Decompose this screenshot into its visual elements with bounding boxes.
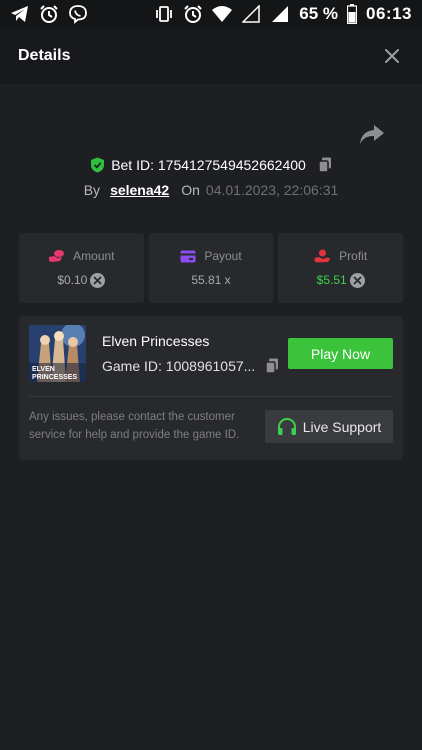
by-label: By [83, 182, 101, 198]
battery-icon [347, 4, 358, 24]
stat-profit-value: $5.51 [316, 273, 347, 287]
bet-id: Bet ID: 1754127549452662400 [111, 157, 306, 173]
share-icon[interactable] [359, 124, 385, 146]
bet-stats: Amount $0.10 Payout 55.81 x Profit $5.51 [19, 233, 404, 303]
stat-amount-header: Amount [48, 248, 115, 263]
stat-amount-label: Amount [73, 248, 115, 263]
copy-game-id-button[interactable] [265, 358, 279, 374]
bet-datetime: 04.01.2023, 22:06:31 [205, 182, 339, 198]
currency-x-icon [349, 272, 365, 288]
game-thumbnail[interactable]: ELVEN PRINCESSES [29, 325, 86, 382]
verified-shield-icon [90, 157, 105, 173]
thumbnail-title-top: ELVEN [32, 366, 55, 373]
on-label: On [181, 182, 200, 198]
card-icon [180, 250, 196, 262]
stat-amount-value: $0.10 [57, 273, 88, 287]
status-bar: 65 % 06:13 [0, 0, 422, 28]
stat-profit-header: Profit [314, 249, 367, 263]
wifi-icon [212, 4, 233, 24]
status-bar-right: 65 % 06:13 [154, 4, 412, 24]
share-button[interactable] [359, 124, 385, 146]
alarm-icon [39, 4, 59, 24]
copy-icon[interactable] [318, 157, 332, 173]
stat-profit: Profit $5.51 [278, 233, 404, 303]
stat-profit-label: Profit [339, 248, 368, 263]
live-support-label: Live Support [302, 418, 382, 435]
thumbnail-title-bottom: PRINCESSES [32, 374, 77, 381]
stat-profit-value-row: $5.51 [316, 272, 365, 288]
alarm-icon [183, 4, 203, 24]
status-bar-left [10, 4, 88, 24]
stat-payout-label: Payout [204, 249, 242, 263]
stat-amount-value-row: $0.10 [57, 272, 106, 288]
stat-amount: Amount $0.10 [19, 233, 144, 303]
stat-payout-header: Payout [180, 249, 242, 263]
copy-icon[interactable] [265, 358, 279, 374]
battery-percent: 65 % [299, 4, 339, 23]
username-link[interactable]: selena42 [110, 182, 169, 198]
close-icon[interactable] [385, 49, 399, 63]
game-card: ELVEN PRINCESSES Elven Princesses Game I… [19, 316, 403, 460]
game-id-row: Game ID: 1008961057... [102, 358, 279, 374]
bet-id-row: Bet ID: 1754127549452662400 [0, 154, 422, 176]
close-button[interactable] [380, 44, 404, 68]
live-support-button[interactable]: Live Support [265, 410, 393, 443]
stat-payout: Payout 55.81 x [148, 233, 274, 303]
game-id: Game ID: 1008961057... [102, 358, 256, 374]
copy-bet-id-button[interactable] [318, 157, 332, 173]
signal-empty-icon [241, 4, 261, 24]
signal-icon [270, 4, 290, 24]
currency-x-icon [90, 272, 106, 288]
stat-payout-value-row: 55.81 x [191, 273, 230, 287]
play-now-button[interactable]: Play Now [288, 338, 393, 369]
status-time: 06:13 [366, 4, 412, 23]
coins-icon [49, 249, 65, 262]
vibrate-icon [154, 4, 174, 24]
stat-payout-value: 55.81 x [191, 273, 231, 287]
telegram-icon [10, 4, 30, 24]
game-name: Elven Princesses [102, 333, 210, 349]
hand-coin-icon [314, 249, 331, 262]
details-header: Details [0, 28, 422, 84]
support-help-text: Any issues, please contact the customer … [29, 411, 240, 441]
divider [29, 396, 393, 397]
headset-icon [277, 417, 296, 435]
game-thumbnail-art: ELVEN PRINCESSES [29, 325, 86, 382]
bet-meta-row: By selena42 On 04.01.2023, 22:06:31 [0, 180, 422, 200]
page-title: Details [18, 47, 71, 64]
viber-icon [68, 4, 88, 24]
